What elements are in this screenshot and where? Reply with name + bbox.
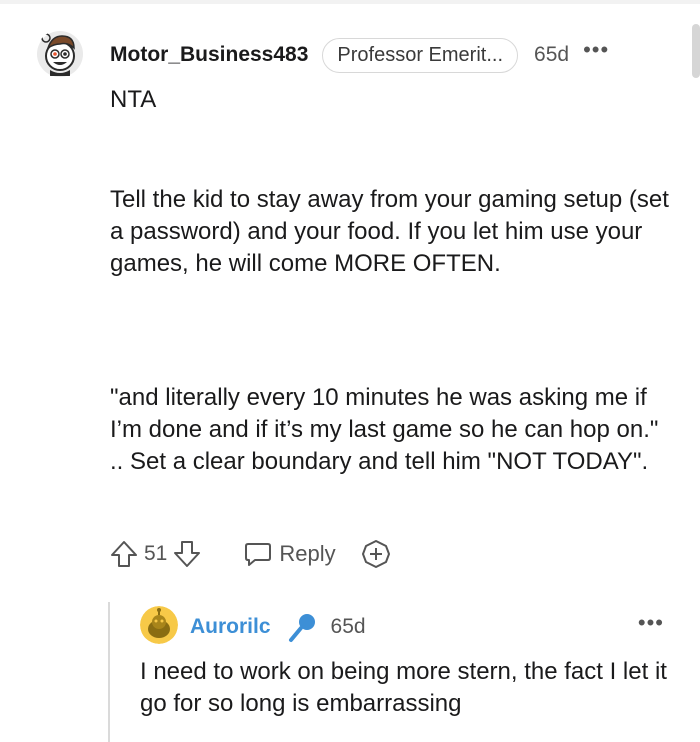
user-avatar[interactable] [36, 30, 84, 78]
reply-body: I need to work on being more stern, the … [140, 658, 667, 717]
scrollbar-thumb[interactable] [692, 24, 700, 78]
downvote-arrow-icon[interactable] [171, 538, 203, 570]
award-button[interactable] [360, 538, 392, 570]
comment-paragraph: "and literally every 10 minutes he was a… [110, 384, 659, 475]
more-options-icon[interactable]: ••• [583, 39, 609, 61]
reply-username[interactable]: Aurorilc [190, 615, 271, 639]
reply-label: Reply [279, 541, 336, 566]
username[interactable]: Motor_Business483 [110, 43, 308, 67]
microphone-icon [285, 610, 319, 644]
vote-count: 51 [144, 542, 168, 565]
speech-bubble-icon [245, 543, 272, 566]
thread-line[interactable] [108, 602, 110, 742]
reply-avatar[interactable] [140, 606, 178, 644]
comment-actions: 51 Reply [108, 536, 392, 572]
reply-more-options-icon[interactable]: ••• [638, 610, 664, 636]
comment-paragraph: Tell the kid to stay away from your gami… [110, 186, 669, 277]
reply-header: Aurorilc 65d [190, 612, 366, 642]
reply-button[interactable]: Reply [243, 539, 336, 569]
plus-circle-award-icon [361, 540, 390, 568]
comment-header: Motor_Business483 Professor Emerit... 65… [110, 36, 682, 74]
top-divider [0, 0, 700, 4]
comment-age: 65d [534, 43, 570, 66]
comment-paragraph: NTA [110, 86, 157, 113]
upvote-arrow-icon[interactable] [108, 538, 140, 570]
user-flair: Professor Emerit... [322, 37, 519, 73]
reply-age: 65d [330, 615, 366, 638]
